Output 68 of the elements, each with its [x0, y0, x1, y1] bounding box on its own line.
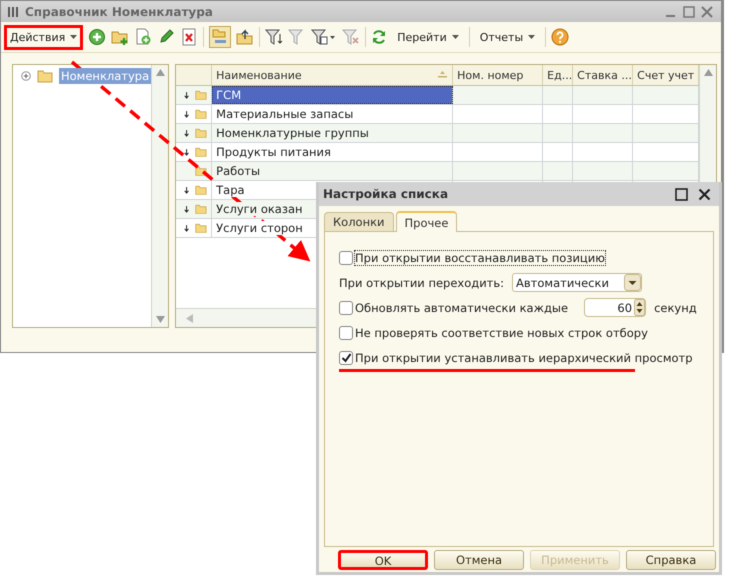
option-label: При открытии устанавливать иерархический просмотр [355, 350, 693, 364]
dialog-title: Настройка списка [323, 187, 448, 201]
folder-icon [37, 69, 53, 83]
table-cell[interactable]: Тара [216, 183, 245, 197]
table-cell[interactable]: Работы [216, 164, 260, 178]
tab[interactable]: Колонки [324, 212, 394, 231]
goto-menu[interactable]: Перейти [392, 26, 464, 48]
folder-icon [195, 88, 208, 102]
sort-icon [437, 71, 448, 79]
folder-icon [195, 126, 208, 140]
checkbox[interactable] [339, 326, 353, 340]
caret-icon [70, 35, 78, 39]
refresh-icon[interactable] [371, 29, 388, 45]
spin-arrows-icon[interactable] [634, 299, 646, 316]
unit-label: секунд [654, 300, 697, 314]
caret-icon [528, 35, 536, 39]
filter-icon[interactable] [311, 28, 338, 46]
table-cell[interactable]: Номенклатурные группы [216, 126, 369, 140]
folder-icon [195, 202, 208, 216]
column-header[interactable]: Ед... [543, 65, 574, 85]
table-cell[interactable]: Услуги сторон [216, 221, 303, 235]
table-cell[interactable]: Услуги оказан [216, 202, 303, 216]
dialog-button[interactable]: Отмена [434, 550, 524, 570]
expand-arrow-icon[interactable] [184, 204, 190, 214]
folder-icon [195, 183, 208, 197]
folder-icon [195, 145, 208, 159]
table-cell[interactable]: ГСМ [212, 86, 454, 104]
scrollbar[interactable] [151, 65, 168, 327]
folder-icon [195, 107, 208, 121]
tab[interactable]: Прочее [396, 211, 458, 232]
dialog-button[interactable]: Справка [626, 550, 716, 570]
expand-arrow-icon[interactable] [184, 224, 190, 232]
expand-arrow-icon[interactable] [184, 128, 190, 138]
dialog-button[interactable]: OK [338, 550, 428, 570]
add-icon[interactable] [88, 28, 106, 46]
option-label: При открытии восстанавливать позицию [355, 250, 605, 264]
add-document-icon[interactable] [134, 28, 152, 46]
caret-icon [452, 35, 459, 39]
reports-menu[interactable]: Отчеты [474, 26, 540, 48]
checkbox[interactable] [339, 350, 353, 364]
window-icon [7, 6, 19, 18]
hierarchy-icon[interactable] [209, 26, 232, 48]
table-cell[interactable]: Материальные запасы [216, 107, 354, 121]
option-label: Обновлять автоматически каждые [355, 300, 568, 314]
help-icon[interactable] [551, 28, 570, 46]
option-label: При открытии переходить: [339, 276, 504, 290]
column-header[interactable]: Ставка ... [573, 65, 634, 85]
expand-arrow-icon[interactable] [184, 148, 190, 156]
window-title: Справочник Номенклатура [25, 4, 213, 18]
checkbox[interactable] [339, 300, 353, 314]
expand-icon[interactable] [21, 71, 31, 81]
folder-icon [195, 221, 208, 235]
dropdown-field[interactable]: Автоматически [512, 273, 642, 292]
column-header[interactable]: Ном. номер [453, 65, 544, 85]
close-icon[interactable] [698, 188, 711, 200]
table-cell[interactable]: Продукты питания [216, 145, 331, 159]
expand-arrow-icon[interactable] [184, 110, 190, 118]
checkbox[interactable] [339, 250, 353, 264]
maximize-icon[interactable] [675, 188, 688, 200]
folder-up-icon[interactable] [236, 28, 254, 46]
filter-icon[interactable] [265, 28, 284, 46]
number-field[interactable]: 60 [584, 298, 646, 317]
actions-menu[interactable]: Действия [4, 24, 84, 50]
column-header[interactable]: Наименование [212, 65, 454, 85]
expand-arrow-icon[interactable] [184, 186, 190, 194]
option-label: Не проверять соответствие новых строк отбору [355, 326, 648, 340]
expand-arrow-icon[interactable] [184, 90, 190, 100]
delete-icon[interactable] [180, 28, 198, 46]
